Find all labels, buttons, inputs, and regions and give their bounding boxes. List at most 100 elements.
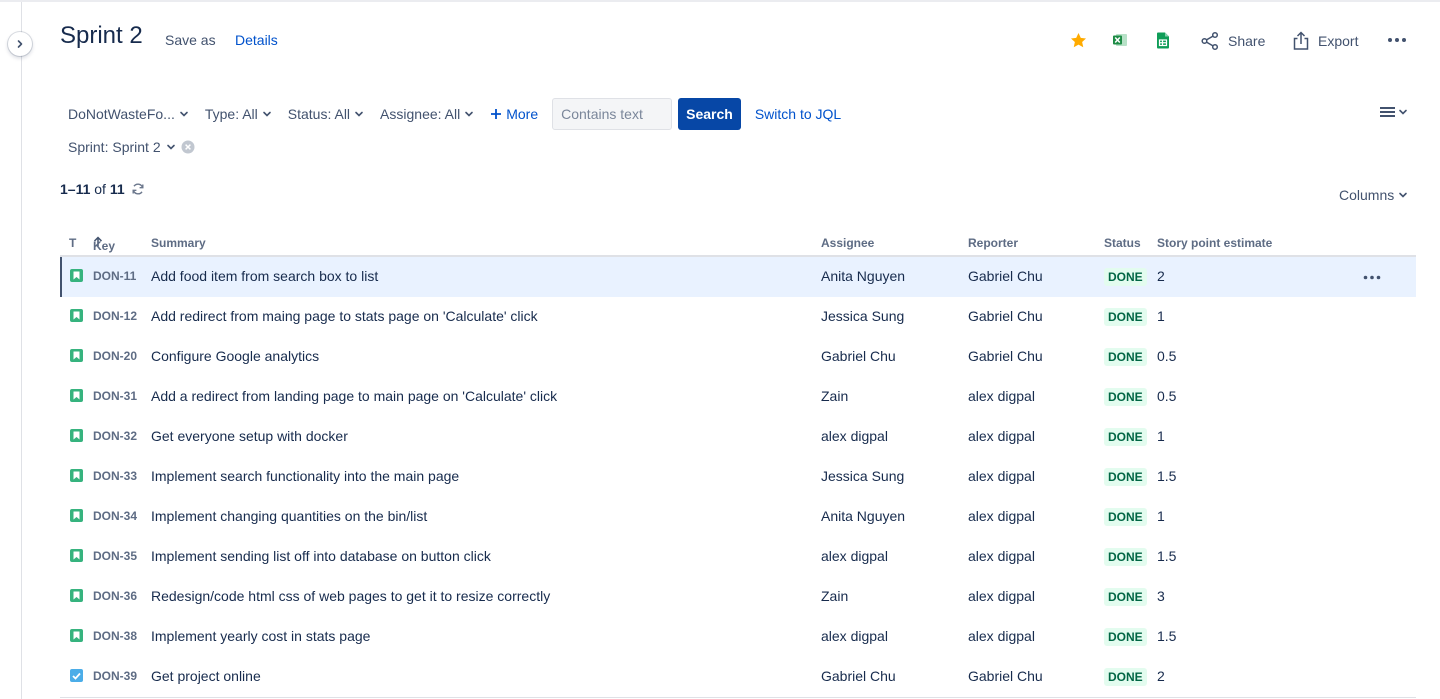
export-label: Export [1318, 33, 1359, 49]
sprint-filter[interactable]: Sprint: Sprint 2 [68, 139, 195, 155]
assignee-filter-label: Assignee: All [380, 106, 461, 122]
filter-bar: DoNotWasteFo... Type: All Status: All As… [60, 98, 841, 130]
refresh-icon[interactable] [131, 182, 145, 196]
issue-summary-link[interactable]: Add a redirect from landing page to main… [151, 388, 557, 404]
result-range: 1–11 [60, 181, 91, 197]
table-bottom-border [60, 697, 1416, 698]
assignee-filter[interactable]: Assignee: All [372, 98, 482, 130]
status-badge: DONE [1104, 668, 1147, 686]
issue-summary-link[interactable]: Implement search functionality into the … [151, 468, 459, 484]
table-row[interactable]: DON-31 Add a redirect from landing page t… [60, 377, 1416, 417]
search-button[interactable]: Search [678, 98, 741, 130]
issue-key-link[interactable]: DON-36 [93, 589, 137, 603]
issue-key-link[interactable]: DON-11 [93, 269, 136, 283]
story-type-icon [70, 349, 83, 362]
status-badge: DONE [1104, 548, 1147, 566]
star-icon [1070, 32, 1086, 47]
reporter-cell: alex digpal [968, 508, 1035, 524]
project-filter-label: DoNotWasteFo... [68, 106, 175, 122]
status-badge: DONE [1104, 268, 1147, 286]
issue-key-link[interactable]: DON-35 [93, 549, 137, 563]
table-row[interactable]: DON-36 Redesign/code html css of web page… [60, 577, 1416, 617]
issue-key-link[interactable]: DON-34 [93, 509, 137, 523]
more-filters-button[interactable]: More [482, 98, 546, 130]
search-input[interactable] [552, 98, 673, 130]
issue-summary-link[interactable]: Configure Google analytics [151, 348, 319, 364]
issue-summary-link[interactable]: Redesign/code html css of web pages to g… [151, 588, 550, 604]
export-sheets-button[interactable] [1153, 30, 1173, 50]
table-row[interactable]: DON-35 Implement sending list off into da… [60, 537, 1416, 577]
story-points-cell: 2 [1157, 268, 1165, 284]
issue-key-link[interactable]: DON-32 [93, 429, 137, 443]
column-header-status[interactable]: Status [1104, 236, 1141, 250]
table-row[interactable]: DON-34 Implement changing quantities on t… [60, 497, 1416, 537]
export-excel-button[interactable] [1110, 30, 1130, 50]
more-filters-label: More [506, 106, 539, 122]
export-button[interactable]: Export [1292, 30, 1358, 52]
story-points-cell: 2 [1157, 668, 1165, 684]
column-header-key-label: Key [93, 239, 116, 253]
issue-key-link[interactable]: DON-20 [93, 349, 137, 363]
more-actions-button[interactable] [1386, 30, 1408, 50]
issue-summary-link[interactable]: Get everyone setup with docker [151, 428, 348, 444]
star-button[interactable] [1068, 30, 1088, 50]
issue-key-link[interactable]: DON-39 [93, 669, 137, 683]
reporter-cell: Gabriel Chu [968, 668, 1043, 684]
table-row[interactable]: DON-20 Configure Google analytics Gabriel … [60, 337, 1416, 377]
task-type-icon [70, 669, 83, 682]
page-title: Sprint 2 [60, 22, 143, 49]
result-count: 1–11 of 11 [60, 181, 145, 197]
columns-button[interactable]: Columns [1339, 187, 1408, 203]
assignee-cell: alex digpal [821, 548, 888, 564]
story-points-cell: 0.5 [1157, 388, 1177, 404]
table-row[interactable]: DON-39 Get project online Gabriel Chu Gabri… [60, 657, 1416, 697]
issue-summary-link[interactable]: Implement yearly cost in stats page [151, 628, 370, 644]
row-actions-button[interactable] [1362, 269, 1382, 285]
story-points-cell: 1 [1157, 308, 1165, 324]
issue-summary-link[interactable]: Add redirect from maing page to stats pa… [151, 308, 538, 324]
chevron-down-icon [166, 144, 175, 150]
details-link[interactable]: Details [235, 32, 278, 48]
reporter-cell: Gabriel Chu [968, 308, 1043, 324]
table-row[interactable]: DON-12 Add redirect from maing page to st… [60, 297, 1416, 337]
issue-key-link[interactable]: DON-12 [93, 309, 137, 323]
column-header-type[interactable]: T [69, 236, 76, 250]
chevron-down-icon [355, 111, 363, 117]
issue-key-link[interactable]: DON-38 [93, 629, 137, 643]
assignee-cell: Zain [821, 388, 849, 404]
export-icon [1293, 31, 1309, 50]
status-badge: DONE [1104, 468, 1147, 486]
assignee-cell: Jessica Sung [821, 468, 905, 484]
share-button[interactable]: Share [1200, 30, 1265, 52]
issue-summary-link[interactable]: Implement changing quantities on the bin… [151, 508, 427, 524]
switch-to-jql-link[interactable]: Switch to JQL [755, 106, 841, 122]
column-header-assignee[interactable]: Assignee [821, 236, 874, 250]
story-type-icon [70, 429, 83, 442]
story-type-icon [70, 269, 83, 282]
view-toggle-button[interactable] [1380, 106, 1408, 118]
column-header-summary[interactable]: Summary [151, 236, 206, 250]
list-view-icon [1380, 107, 1395, 117]
table-row[interactable]: DON-32 Get everyone setup with docker alex… [60, 417, 1416, 457]
assignee-cell: alex digpal [821, 628, 888, 644]
type-filter[interactable]: Type: All [197, 98, 280, 130]
table-row[interactable]: DON-11 Add food item from search box to l… [60, 257, 1416, 297]
column-header-reporter[interactable]: Reporter [968, 236, 1018, 250]
columns-label: Columns [1339, 187, 1395, 203]
chevron-down-icon [180, 111, 188, 117]
column-header-story-points[interactable]: Story point estimate [1157, 236, 1272, 250]
column-header-key[interactable]: Key [93, 236, 115, 253]
issue-summary-link[interactable]: Get project online [151, 668, 261, 684]
issue-key-link[interactable]: DON-33 [93, 469, 137, 483]
clear-filter-icon[interactable] [181, 140, 195, 154]
table-row[interactable]: DON-38 Implement yearly cost in stats pag… [60, 617, 1416, 657]
issue-summary-link[interactable]: Add food item from search box to list [151, 268, 378, 284]
project-filter[interactable]: DoNotWasteFo... [60, 98, 197, 130]
issue-key-link[interactable]: DON-31 [93, 389, 137, 403]
save-as-button[interactable]: Save as [165, 32, 216, 48]
status-filter[interactable]: Status: All [280, 98, 372, 130]
issue-summary-link[interactable]: Implement sending list off into database… [151, 548, 491, 564]
table-row[interactable]: DON-33 Implement search functionality int… [60, 457, 1416, 497]
expand-sidebar-button[interactable] [8, 32, 32, 56]
status-badge: DONE [1104, 348, 1147, 366]
